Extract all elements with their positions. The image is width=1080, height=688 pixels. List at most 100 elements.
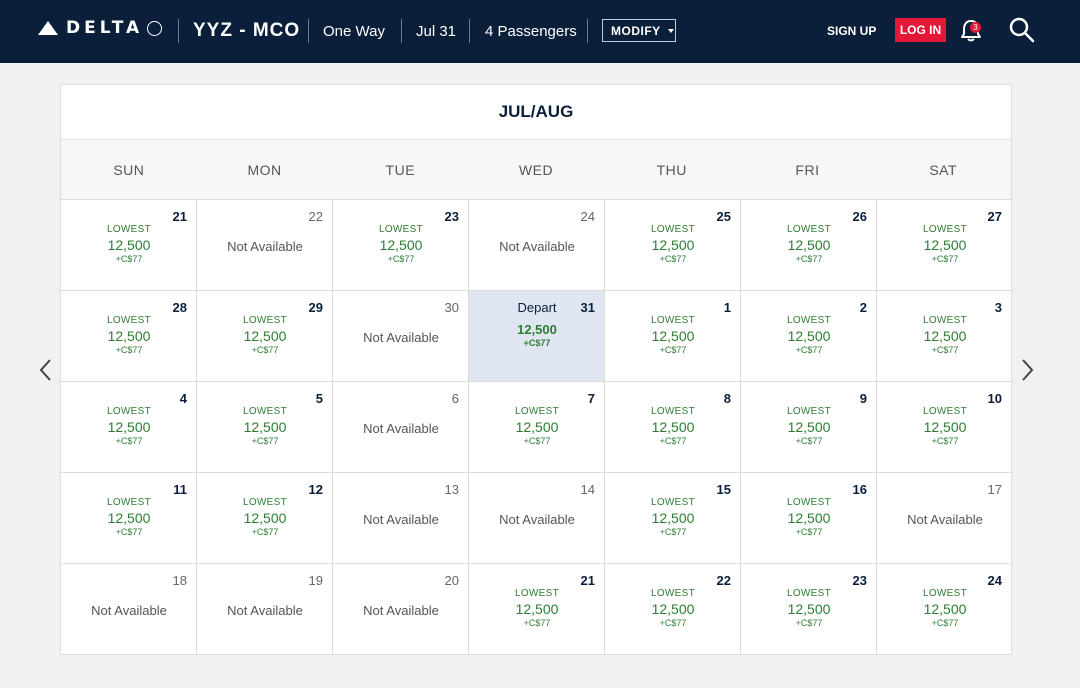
- day-number: 17: [987, 482, 1002, 497]
- calendar-day-cell[interactable]: 23 LOWEST 12,500 +C$77: [333, 200, 469, 290]
- day-number: 23: [444, 209, 459, 224]
- fare-tax: +C$77: [523, 338, 551, 348]
- calendar-day-cell[interactable]: 26 LOWEST 12,500 +C$77: [741, 200, 877, 290]
- calendar-day-cell[interactable]: 3 LOWEST 12,500 +C$77: [877, 291, 1011, 381]
- fare-price: 12,500: [515, 601, 559, 617]
- fare-price: 12,500: [651, 601, 695, 617]
- day-number: 15: [716, 482, 731, 497]
- calendar-day-cell[interactable]: 1 LOWEST 12,500 +C$77: [605, 291, 741, 381]
- fare-price: 12,500: [787, 419, 831, 435]
- day-number: 11: [173, 482, 187, 497]
- calendar-day-cell[interactable]: 15 LOWEST 12,500 +C$77: [605, 473, 741, 563]
- fare-calendar: JUL/AUG SUN MON TUE WED THU FRI SAT 21 LOWEST 12…: [60, 84, 1012, 655]
- next-month-arrow-icon[interactable]: [1017, 358, 1037, 382]
- fare-price: 12,500: [515, 419, 559, 435]
- calendar-day-cell[interactable]: 5 LOWEST 12,500 +C$77: [197, 382, 333, 472]
- weekday-label: TUE: [385, 162, 416, 178]
- calendar-day-cell[interactable]: 21 LOWEST 12,500 +C$77: [469, 564, 605, 654]
- calendar-grid: 21 LOWEST 12,500 +C$77 22 Not Available 23 LOWE…: [61, 200, 1011, 655]
- calendar-day-cell[interactable]: 2 LOWEST 12,500 +C$77: [741, 291, 877, 381]
- weekday-header-row: SUN MON TUE WED THU FRI SAT: [61, 140, 1011, 200]
- lowest-fare-label: LOWEST: [106, 406, 152, 417]
- lowest-fare-label: LOWEST: [786, 224, 832, 235]
- day-number: 19: [308, 573, 323, 588]
- fare-tax: +C$77: [795, 436, 823, 446]
- calendar-day-cell[interactable]: 24 LOWEST 12,500 +C$77: [877, 564, 1011, 654]
- divider: [178, 19, 179, 43]
- divider: [401, 19, 402, 43]
- notification-badge: 3: [970, 22, 981, 33]
- weekday-label: WED: [518, 162, 554, 178]
- log-in-button[interactable]: LOG IN: [895, 18, 946, 42]
- fare-tax: +C$77: [795, 618, 823, 628]
- not-available-text: Not Available: [363, 512, 439, 527]
- skyteam-globe-icon: [147, 20, 163, 36]
- lowest-fare-label: LOWEST: [650, 588, 696, 599]
- fare-price: 12,500: [787, 510, 831, 526]
- day-number: 29: [308, 300, 323, 315]
- day-number: 10: [987, 391, 1002, 406]
- fare-tax: +C$77: [659, 345, 687, 355]
- calendar-day-cell[interactable]: 7 LOWEST 12,500 +C$77: [469, 382, 605, 472]
- calendar-day-cell[interactable]: 9 LOWEST 12,500 +C$77: [741, 382, 877, 472]
- lowest-fare-label: LOWEST: [922, 588, 968, 599]
- fare-price: 12,500: [107, 419, 151, 435]
- modify-search-button[interactable]: MODIFY: [602, 19, 676, 42]
- day-number: 27: [987, 209, 1002, 224]
- fare-tax: +C$77: [251, 436, 279, 446]
- day-number: 25: [716, 209, 731, 224]
- calendar-day-cell[interactable]: 29 LOWEST 12,500 +C$77: [197, 291, 333, 381]
- calendar-day-cell-selected[interactable]: 31 Depart 12,500 +C$77: [469, 291, 605, 381]
- lowest-fare-label: LOWEST: [922, 315, 968, 326]
- lowest-fare-label: LOWEST: [106, 224, 152, 235]
- day-number: 13: [444, 482, 459, 497]
- fare-tax: +C$77: [659, 527, 687, 537]
- fare-price: 12,500: [651, 237, 695, 253]
- calendar-week-row: 28 LOWEST 12,500 +C$77 29 LOWEST 12,500 +C$77 30…: [61, 291, 1011, 382]
- search-icon[interactable]: [1008, 16, 1036, 44]
- calendar-day-cell[interactable]: 8 LOWEST 12,500 +C$77: [605, 382, 741, 472]
- depart-label: Depart: [517, 300, 557, 315]
- fare-tax: +C$77: [523, 618, 551, 628]
- calendar-week-row: 11 LOWEST 12,500 +C$77 12 LOWEST 12,500 +C$77 13…: [61, 473, 1011, 564]
- fare-tax: +C$77: [659, 618, 687, 628]
- calendar-day-cell[interactable]: 12 LOWEST 12,500 +C$77: [197, 473, 333, 563]
- day-number: 1: [723, 300, 731, 315]
- calendar-day-cell[interactable]: 22 LOWEST 12,500 +C$77: [605, 564, 741, 654]
- day-number: 16: [852, 482, 867, 497]
- day-number: 21: [172, 209, 187, 224]
- day-number: 22: [308, 209, 323, 224]
- calendar-day-cell[interactable]: 23 LOWEST 12,500 +C$77: [741, 564, 877, 654]
- lowest-fare-label: LOWEST: [786, 497, 832, 508]
- calendar-day-cell[interactable]: 11 LOWEST 12,500 +C$77: [61, 473, 197, 563]
- lowest-fare-label: LOWEST: [242, 406, 288, 417]
- calendar-day-cell[interactable]: 28 LOWEST 12,500 +C$77: [61, 291, 197, 381]
- calendar-day-cell-unavailable: 30 Not Available: [333, 291, 469, 381]
- day-number: 9: [859, 391, 867, 406]
- sign-up-link[interactable]: SIGN UP: [827, 24, 876, 38]
- calendar-day-cell[interactable]: 21 LOWEST 12,500 +C$77: [61, 200, 197, 290]
- fare-tax: +C$77: [659, 254, 687, 264]
- not-available-text: Not Available: [91, 603, 167, 618]
- fare-price: 12,500: [787, 328, 831, 344]
- weekday-label: FRI: [795, 162, 820, 178]
- brand-name: DELTA: [66, 18, 144, 38]
- fare-price: 12,500: [651, 328, 695, 344]
- day-number: 4: [179, 391, 187, 406]
- calendar-day-cell[interactable]: 10 LOWEST 12,500 +C$77: [877, 382, 1011, 472]
- delta-logo[interactable]: DELTA: [38, 18, 163, 38]
- calendar-day-cell[interactable]: 16 LOWEST 12,500 +C$77: [741, 473, 877, 563]
- previous-month-arrow-icon[interactable]: [36, 358, 56, 382]
- fare-price: 12,500: [923, 237, 967, 253]
- fare-price: 12,500: [107, 328, 151, 344]
- day-number: 20: [444, 573, 459, 588]
- lowest-fare-label: LOWEST: [786, 315, 832, 326]
- calendar-day-cell-unavailable: 22 Not Available: [197, 200, 333, 290]
- calendar-day-cell[interactable]: 4 LOWEST 12,500 +C$77: [61, 382, 197, 472]
- day-number: 21: [580, 573, 595, 588]
- calendar-day-cell[interactable]: 27 LOWEST 12,500 +C$77: [877, 200, 1011, 290]
- day-number: 14: [580, 482, 595, 497]
- not-available-text: Not Available: [227, 603, 303, 618]
- calendar-day-cell[interactable]: 25 LOWEST 12,500 +C$77: [605, 200, 741, 290]
- calendar-day-cell-unavailable: 17 Not Available: [877, 473, 1011, 563]
